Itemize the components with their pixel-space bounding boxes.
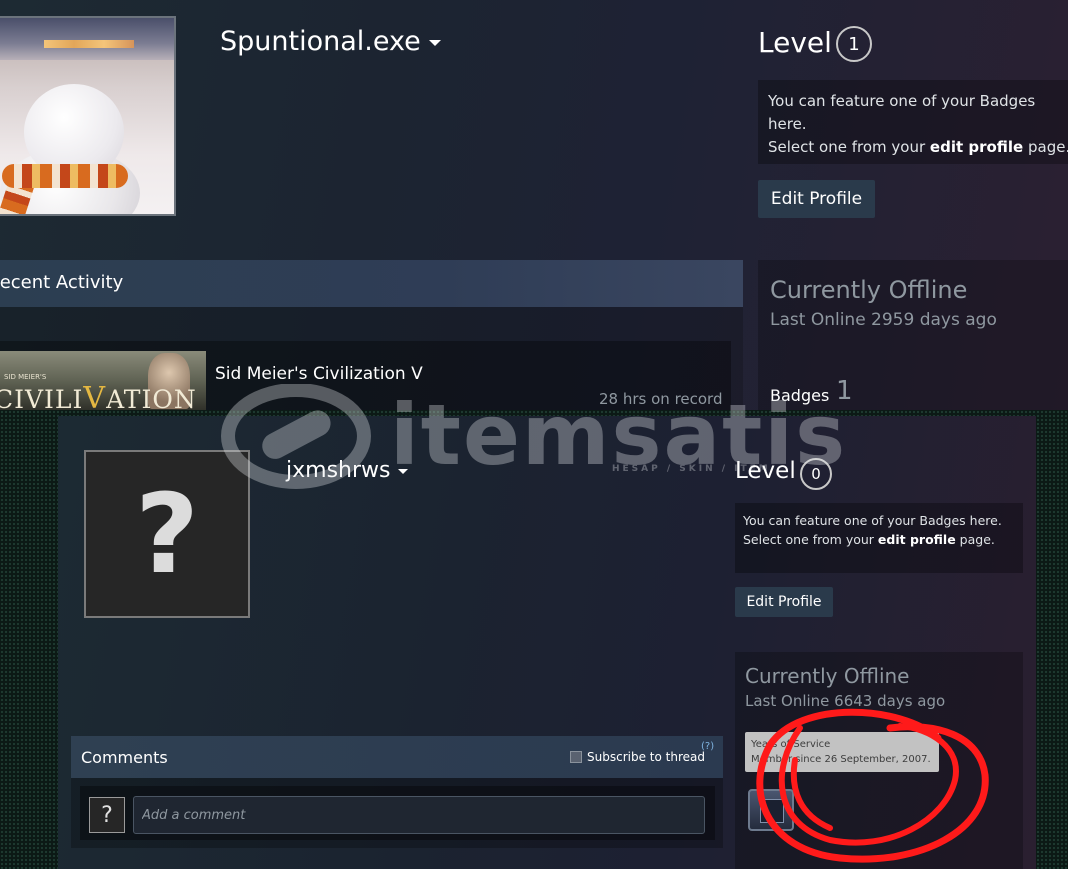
- profile-avatar-placeholder[interactable]: ?: [84, 450, 250, 618]
- commenter-avatar: ?: [89, 797, 125, 833]
- tooltip-member-since: Member since 26 September, 2007.: [751, 754, 931, 765]
- last-online-text: Last Online 6643 days ago: [745, 692, 946, 710]
- capsule-text-a: CIVILI: [0, 385, 84, 410]
- profile-username: jxmshrws: [286, 458, 391, 483]
- level-label: Level: [758, 26, 832, 59]
- online-status: Currently Offline: [745, 664, 910, 688]
- badges-count: 1: [836, 376, 853, 406]
- badge-hint-text: Select one from your: [768, 138, 930, 156]
- subscribe-to-thread[interactable]: Subscribe to thread: [570, 750, 705, 764]
- badge-hint-text-end: page.: [955, 532, 995, 547]
- capsule-text-v: V: [83, 381, 107, 410]
- edit-profile-link[interactable]: edit profile: [878, 532, 956, 547]
- profile-username: Spuntional.exe: [220, 26, 421, 57]
- level-label: Level: [735, 458, 796, 484]
- years-of-service-badge-icon[interactable]: [748, 789, 794, 831]
- badge-hint-line2: Select one from your edit profile page.: [743, 530, 1015, 549]
- badge-hint-text: Select one from your: [743, 532, 878, 547]
- game-name-link[interactable]: Sid Meier's Civilization V: [215, 364, 423, 384]
- help-icon[interactable]: (?): [701, 741, 714, 752]
- badge-hint-text-end: page.: [1023, 138, 1068, 156]
- badge-hint-line1: You can feature one of your Badges here.: [768, 92, 1036, 133]
- chevron-down-icon: [398, 468, 409, 474]
- profile-username-dropdown[interactable]: jxmshrws: [286, 458, 409, 483]
- badge-hint-line2: Select one from your edit profile page.: [768, 136, 1068, 159]
- game-hours: 28 hrs on record: [599, 390, 723, 408]
- badges-link[interactable]: Badges: [770, 386, 829, 405]
- edit-profile-button[interactable]: Edit Profile: [735, 587, 833, 617]
- game-capsule-title: CIVILIVATION: [0, 381, 197, 410]
- online-status: Currently Offline: [770, 276, 968, 304]
- featured-badge-box: You can feature one of your Badges here.…: [758, 80, 1068, 164]
- avatar-background-house: [0, 18, 174, 60]
- edit-profile-link[interactable]: edit profile: [930, 138, 1023, 156]
- subscribe-checkbox[interactable]: [570, 751, 582, 763]
- recent-activity-header: Recent Activity: [0, 260, 743, 307]
- comments-title: Comments: [81, 748, 168, 767]
- add-comment-input[interactable]: [133, 796, 705, 834]
- badge-hint-line1: You can feature one of your Badges here.: [743, 513, 1002, 528]
- profile-avatar-snowman[interactable]: [0, 16, 176, 216]
- top-profile-screenshot: Spuntional.exe Level 1 You can feature o…: [0, 0, 1068, 410]
- last-online-text: Last Online 2959 days ago: [770, 310, 997, 330]
- level-badge[interactable]: 1: [836, 26, 872, 62]
- edit-profile-button[interactable]: Edit Profile: [758, 180, 875, 218]
- years-of-service-tooltip: Years of Service Member since 26 Septemb…: [745, 732, 939, 772]
- game-capsule-image[interactable]: SID MEIER'S CIVILIVATION: [0, 351, 206, 410]
- profile-username-dropdown[interactable]: Spuntional.exe: [220, 26, 441, 57]
- level-badge[interactable]: 0: [800, 458, 832, 490]
- bottom-profile-screenshot: ? jxmshrws Level 0 You can feature one o…: [0, 410, 1068, 869]
- game-capsule-small-text: SID MEIER'S: [4, 373, 47, 381]
- capsule-text-b: ATION: [106, 385, 197, 410]
- chevron-down-icon: [428, 39, 441, 46]
- subscribe-label: Subscribe to thread: [587, 750, 705, 764]
- tooltip-title: Years of Service: [751, 739, 831, 750]
- recent-activity-title: Recent Activity: [0, 272, 124, 293]
- avatar-scarf: [2, 164, 128, 188]
- featured-badge-box: You can feature one of your Badges here.…: [735, 503, 1023, 573]
